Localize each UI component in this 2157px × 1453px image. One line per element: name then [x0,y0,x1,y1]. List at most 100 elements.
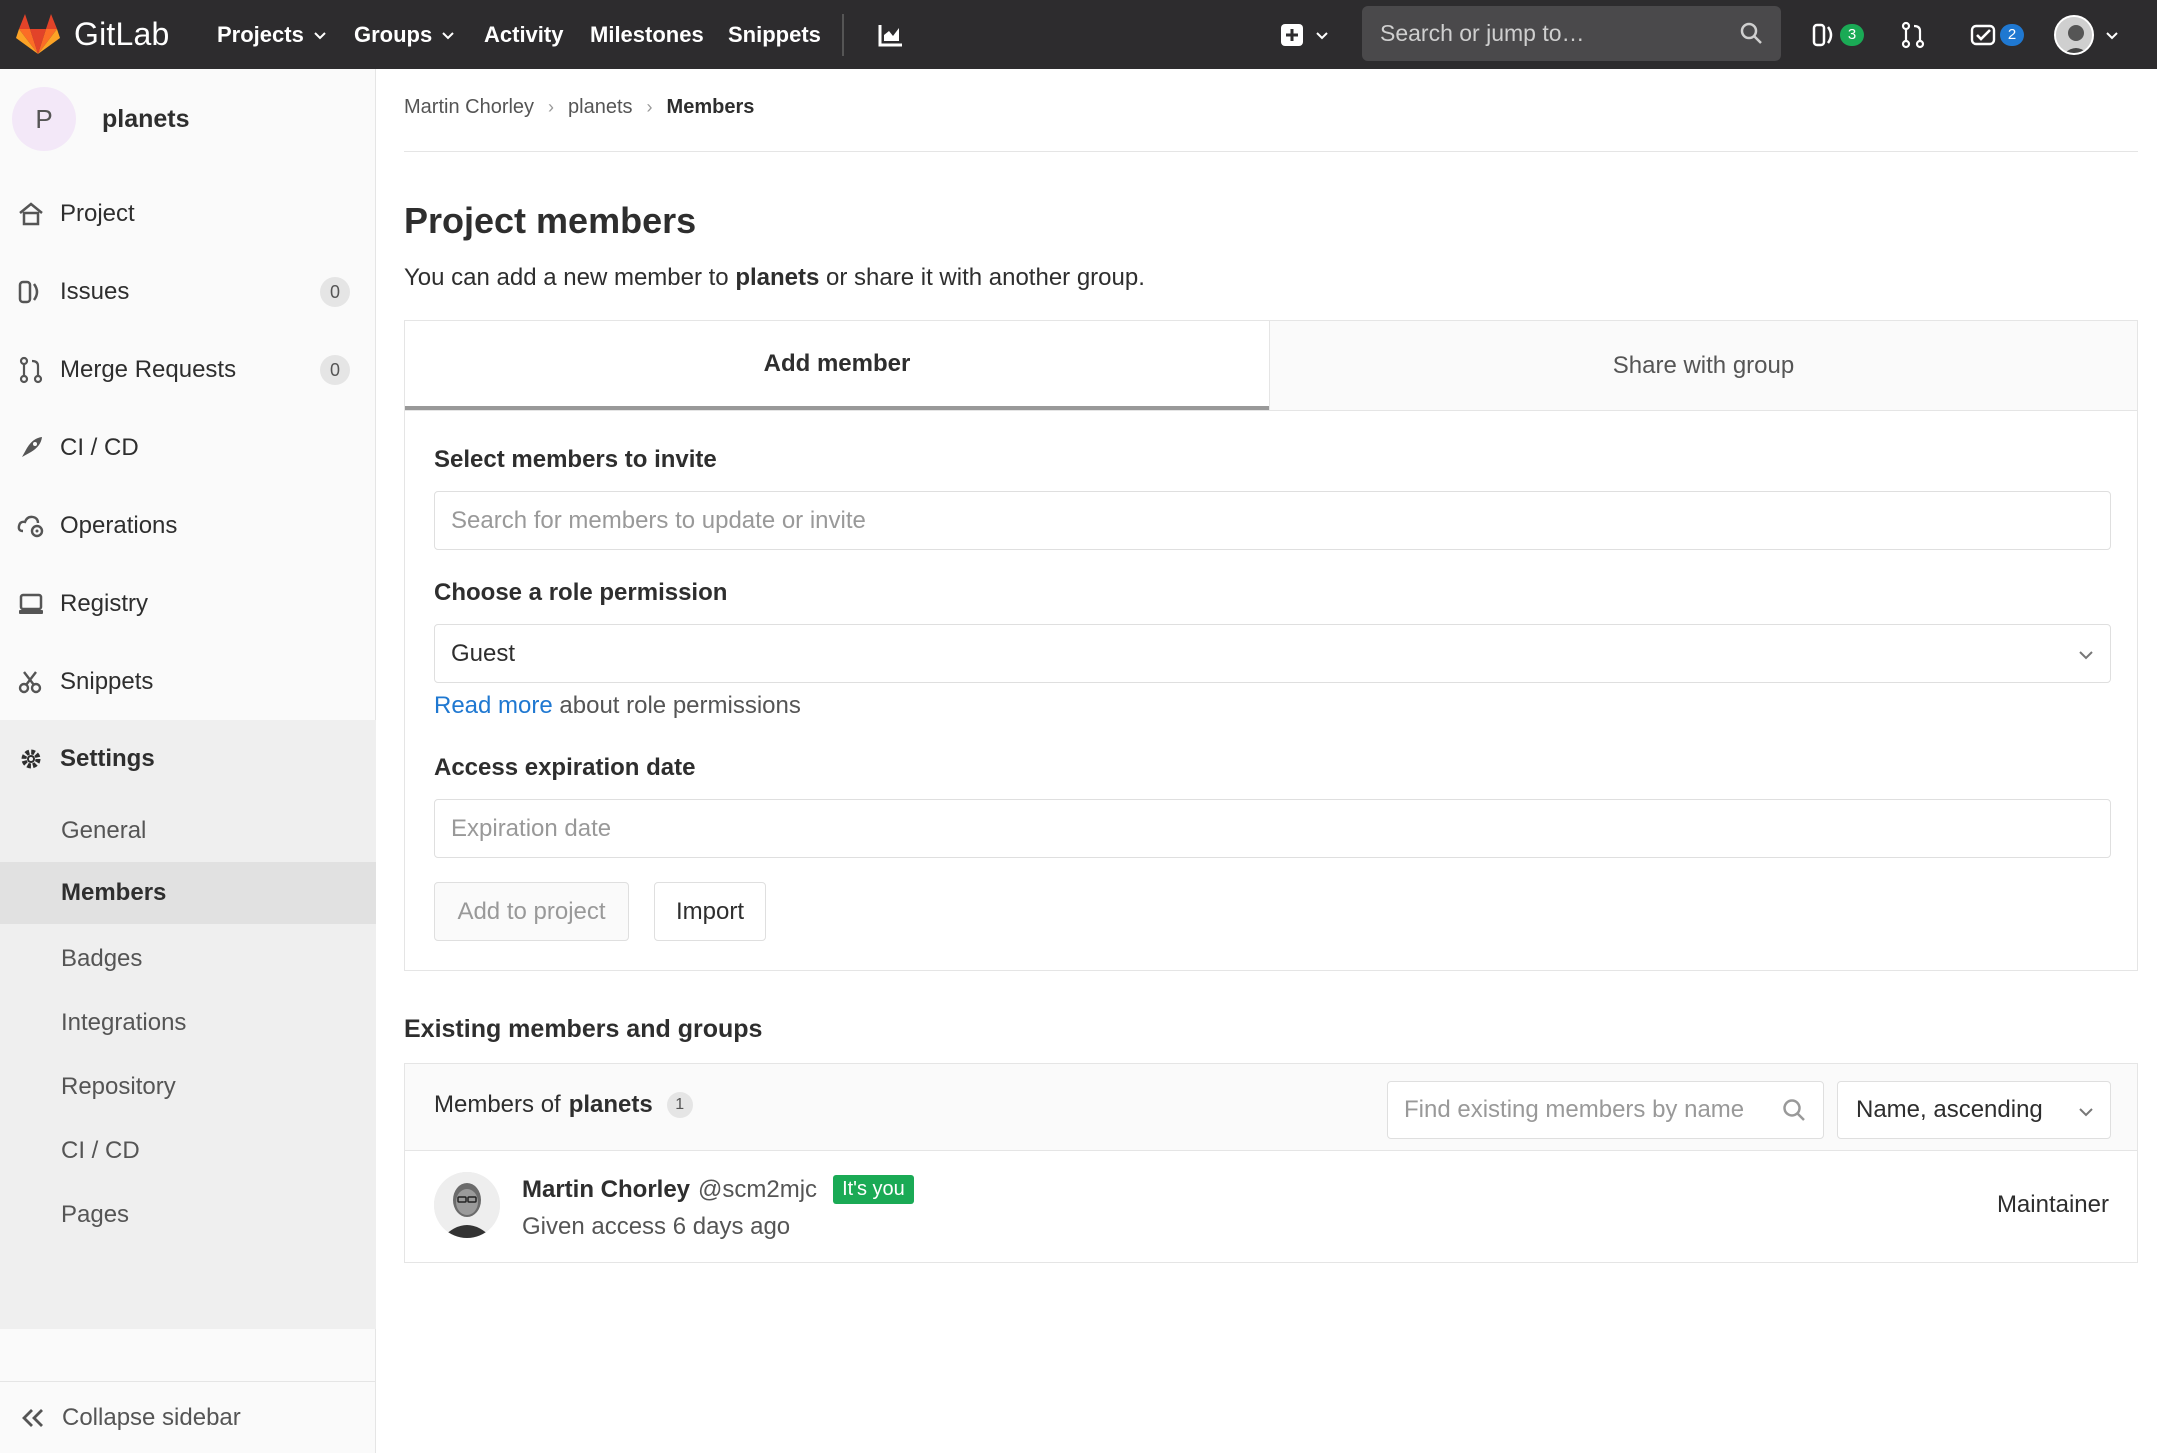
sidebar-item-registry[interactable]: Registry [0,565,376,643]
settings-sub-repository[interactable]: Repository [0,1056,376,1118]
chart-icon [878,24,902,46]
role-permission-select[interactable]: Guest [434,624,2111,683]
settings-sub-general[interactable]: General [0,800,376,862]
nav-groups[interactable]: Groups [354,0,456,69]
sidebar-item-label: Registry [60,590,149,617]
read-more-suffix: about role permissions [552,692,801,719]
sidebar-item-label: Settings [60,745,155,772]
settings-sub-members[interactable]: Members [0,862,376,924]
desc-project: planets [735,264,820,291]
search-icon [1740,22,1762,44]
chevron-down-icon [1316,31,1328,39]
sidebar-item-project[interactable]: Project [0,175,376,253]
sidebar-item-label: Operations [60,512,178,539]
global-search-input[interactable]: Search or jump to… [1362,6,1781,61]
member-name[interactable]: Martin Chorley [522,1176,690,1204]
issues-count-badge: 3 [1840,23,1864,46]
read-more-link[interactable]: Read more [434,692,553,719]
nav-milestones[interactable]: Milestones [590,0,704,69]
members-list-header: Members of planets 1 Find existing membe… [405,1064,2137,1151]
sidebar-project-header[interactable]: P planets [12,87,190,151]
settings-sub-ci-cd[interactable]: CI / CD [0,1120,376,1182]
role-help-text: Read more about role permissions [434,692,801,720]
nav-activity[interactable]: Activity [484,0,563,69]
todos-count-badge: 2 [2000,23,2024,46]
new-item-dropdown[interactable] [1280,0,1330,69]
sidebar-item-ci-cd[interactable]: CI / CD [0,409,376,487]
brand-name: GitLab [74,15,170,52]
import-button[interactable]: Import [654,882,766,941]
sidebar-item-operations[interactable]: Operations [0,487,376,565]
members-of-label: Members of [434,1091,561,1118]
breadcrumb-chevron-right-icon: › [646,97,653,117]
members-list: Members of planets 1 Find existing membe… [404,1063,2138,1263]
desc-suffix: or share it with another group. [819,264,1145,291]
sort-members-select[interactable]: Name, ascending [1837,1081,2111,1139]
sidebar-item-label: Issues [60,278,130,305]
existing-members-title: Existing members and groups [404,1015,763,1043]
member-tabs: Add member Share with group [404,320,2138,411]
select-members-label: Select members to invite [434,446,717,473]
find-members-input[interactable]: Find existing members by name [1387,1081,1824,1139]
merge-request-icon [1901,21,1925,48]
role-permission-label: Choose a role permission [434,579,728,606]
member-name-line: Martin Chorley @scm2mjc It's you [522,1175,914,1204]
merge-request-icon [16,355,46,385]
scissors-icon [16,667,46,697]
breadcrumb-user[interactable]: Martin Chorley [404,96,534,119]
sidebar-item-snippets[interactable]: Snippets [0,643,376,721]
settings-sub-pages[interactable]: Pages [0,1184,376,1246]
members-count-badge: 1 [666,1092,693,1118]
search-icon[interactable] [1781,1097,1807,1123]
issues-icon [16,277,46,307]
members-of-project: planets [568,1091,653,1118]
chevron-down-icon [314,31,326,39]
members-of-title: Members of planets 1 [434,1091,693,1119]
issues-icon [1812,23,1833,46]
settings-sub-integrations[interactable]: Integrations [0,992,376,1054]
member-avatar[interactable] [434,1172,500,1238]
chevron-down-icon [2079,1108,2093,1117]
sidebar-item-label: Merge Requests [60,356,237,383]
expiration-label: Access expiration date [434,754,696,781]
expiration-date-input[interactable]: Expiration date [434,799,2111,858]
member-search-input[interactable]: Search for members to update or invite [434,491,2111,550]
sidebar-item-merge-requests[interactable]: Merge Requests 0 [0,331,376,409]
settings-sub-badges[interactable]: Badges [0,928,376,990]
collapse-sidebar-button[interactable]: Collapse sidebar [0,1381,376,1453]
breadcrumb-current[interactable]: Members [667,96,755,119]
nav-groups-label: Groups [354,21,433,47]
nav-divider [842,14,844,56]
nav-snippets[interactable]: Snippets [728,0,821,69]
member-username: @scm2mjc [698,1175,818,1203]
gitlab-tanuki-icon [16,14,60,54]
issues-count: 0 [320,277,350,307]
tab-add-member[interactable]: Add member [405,321,1269,410]
nav-projects[interactable]: Projects [217,0,328,69]
tab-share-with-group[interactable]: Share with group [1269,321,2137,410]
user-avatar [2054,14,2094,55]
merge-requests-shortcut[interactable] [1900,0,1926,69]
todos-shortcut[interactable]: 2 [1970,0,2024,69]
project-avatar: P [12,87,76,151]
sidebar-item-label: CI / CD [60,434,139,461]
search-placeholder: Search or jump to… [1380,20,1585,46]
page-title: Project members [404,200,697,241]
expiration-placeholder: Expiration date [451,814,612,842]
sort-value: Name, ascending [1856,1096,2043,1123]
gitlab-logo[interactable]: GitLab [16,12,169,56]
member-search-placeholder: Search for members to update or invite [451,506,866,534]
sidebar-item-label: Snippets [60,668,154,695]
sidebar-item-issues[interactable]: Issues 0 [0,253,376,331]
gear-icon [16,744,46,774]
chevron-down-icon [2106,31,2118,39]
sidebar-item-settings[interactable]: Settings [0,720,376,798]
merge-requests-count: 0 [320,355,350,385]
breadcrumb-project[interactable]: planets [568,96,633,119]
issues-shortcut[interactable]: 3 [1812,0,1864,69]
add-to-project-button[interactable]: Add to project [434,882,629,941]
user-menu[interactable] [2054,0,2120,69]
person-silhouette-icon [2056,16,2092,53]
todo-check-icon [1970,24,1996,45]
analytics-button[interactable] [878,0,904,69]
